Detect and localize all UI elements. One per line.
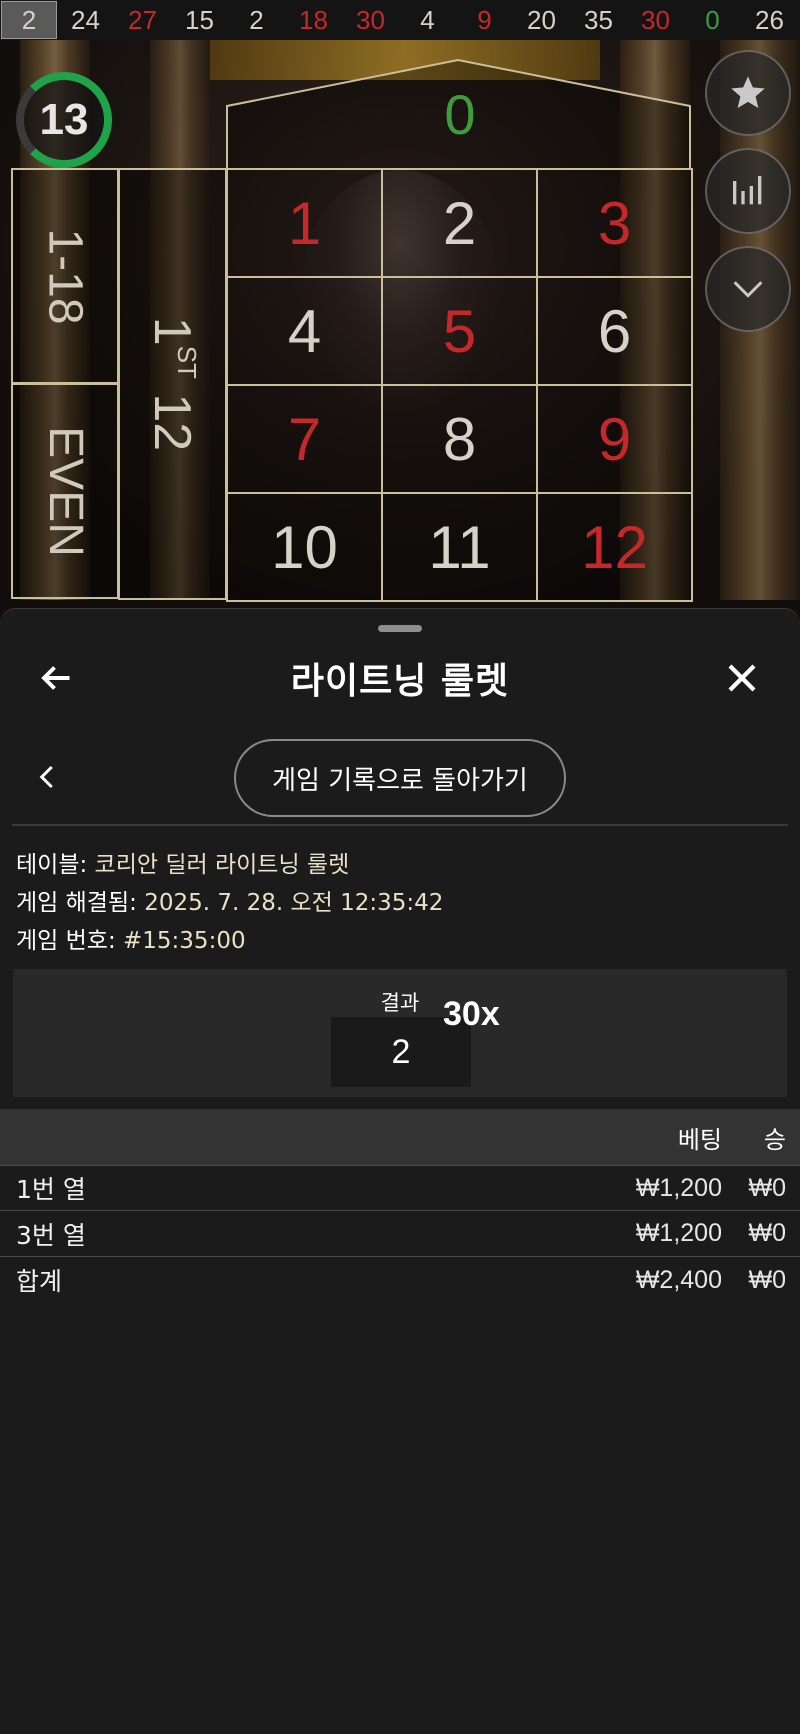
result-label: 결과 bbox=[380, 991, 420, 1015]
close-button[interactable] bbox=[720, 656, 764, 700]
number-cell[interactable]: 1 bbox=[226, 168, 383, 278]
history-number: 15 bbox=[185, 4, 214, 35]
star-icon bbox=[731, 76, 765, 108]
resolved-info-label: 게임 해결됨: bbox=[16, 890, 137, 916]
favorite-button[interactable] bbox=[705, 50, 791, 136]
history-number: 18 bbox=[299, 4, 328, 35]
bet-1-18-label: 1-18 bbox=[38, 227, 92, 325]
header-win: 승 bbox=[763, 1125, 786, 1154]
result-history-bar: 2 24 27 15 2 18 30 4 9 20 35 30 0 26 bbox=[0, 0, 800, 40]
close-icon bbox=[728, 664, 756, 692]
result-panel: 결과 2 30x bbox=[13, 969, 787, 1097]
number-cell[interactable]: 12 bbox=[536, 492, 693, 602]
history-number: 30 bbox=[641, 4, 670, 35]
statistics-button[interactable] bbox=[705, 148, 791, 234]
history-number: 2 bbox=[249, 4, 264, 35]
bet-1st-12[interactable]: 1ST 12 bbox=[118, 168, 227, 600]
number-cell[interactable]: 6 bbox=[536, 276, 693, 386]
game-view: 0 1 2 3 4 5 6 7 8 9 10 11 12 1-18 EVEN 1ST 12 2 24 27… bbox=[0, 0, 800, 620]
divider bbox=[12, 824, 788, 826]
number-cell[interactable]: 10 bbox=[226, 492, 383, 602]
number-cell[interactable]: 7 bbox=[226, 384, 383, 494]
number-cell[interactable]: 8 bbox=[381, 384, 538, 494]
resolved-info: 게임 해결됨: 2025. 7. 28. 오전 12:35:42 bbox=[16, 883, 443, 917]
bet-even-label: EVEN bbox=[38, 425, 92, 557]
history-number: 0 bbox=[705, 4, 720, 35]
dozen-num: 12 bbox=[143, 393, 202, 452]
bet-1-18[interactable]: 1-18 bbox=[11, 168, 119, 384]
return-to-history-button[interactable]: 게임 기록으로 돌아가기 bbox=[234, 739, 566, 817]
win-amount: ₩0 bbox=[748, 1219, 787, 1247]
game-number-label: 게임 번호: bbox=[16, 928, 116, 954]
history-number: 26 bbox=[755, 4, 784, 35]
history-number: 20 bbox=[527, 4, 556, 35]
table-info: 테이블: 코리안 딜러 라이트닝 룰렛 bbox=[16, 845, 349, 879]
sheet-drag-handle[interactable] bbox=[378, 625, 422, 632]
bet-amount: ₩1,200 bbox=[635, 1173, 722, 1202]
previous-game-button[interactable] bbox=[26, 755, 70, 799]
result-multiplier: 30x bbox=[443, 995, 500, 1033]
history-number: 4 bbox=[420, 4, 435, 35]
total-label: 합계 bbox=[16, 1267, 63, 1296]
number-cell[interactable]: 2 bbox=[381, 168, 538, 278]
total-win: ₩0 bbox=[748, 1265, 787, 1294]
table-row: 3번 열 ₩1,200 ₩0 bbox=[0, 1211, 800, 1257]
history-number: 24 bbox=[71, 4, 100, 35]
table-info-label: 테이블: bbox=[16, 852, 88, 878]
game-number-info: 게임 번호: #15:35:00 bbox=[16, 921, 246, 955]
history-number: 35 bbox=[584, 4, 613, 35]
chevron-left-icon bbox=[39, 765, 53, 789]
history-number: 27 bbox=[128, 4, 157, 35]
sheet-header: 라이트닝 룰렛 bbox=[0, 643, 800, 713]
win-amount: ₩0 bbox=[748, 1173, 787, 1202]
number-cell[interactable]: 3 bbox=[536, 168, 693, 278]
dozen-main: 1 bbox=[143, 316, 202, 346]
number-cell[interactable]: 4 bbox=[226, 276, 383, 386]
countdown-timer: 13 bbox=[16, 72, 112, 168]
table-row: 1번 열 ₩1,200 ₩0 bbox=[0, 1165, 800, 1211]
bet-amount: ₩1,200 bbox=[635, 1219, 722, 1247]
history-number: 9 bbox=[477, 4, 492, 35]
history-nav-row: 게임 기록으로 돌아가기 bbox=[0, 737, 800, 817]
sheet-title: 라이트닝 룰렛 bbox=[290, 661, 510, 702]
zero-number: 0 bbox=[444, 83, 476, 146]
total-row: 합계 ₩2,400 ₩0 bbox=[0, 1257, 800, 1303]
stats-icon bbox=[733, 176, 762, 205]
bet-name: 1번 열 bbox=[16, 1175, 86, 1204]
number-cell[interactable]: 9 bbox=[536, 384, 693, 494]
bets-table: 베팅 승 1번 열 ₩1,200 ₩0 3번 열 ₩1,200 ₩0 합계 ₩2… bbox=[0, 1109, 800, 1303]
bets-table-header: 베팅 승 bbox=[0, 1109, 800, 1165]
number-cell[interactable]: 5 bbox=[381, 276, 538, 386]
resolved-info-value: 2025. 7. 28. 오전 12:35:42 bbox=[144, 890, 444, 916]
game-history-sheet: 라이트닝 룰렛 게임 기록으로 돌아가기 테이블: 코리안 딜러 라이트닝 룰렛… bbox=[0, 608, 800, 1734]
dozen-sup: ST bbox=[172, 345, 203, 379]
bet-name: 3번 열 bbox=[16, 1220, 86, 1250]
table-info-value: 코리안 딜러 라이트닝 룰렛 bbox=[94, 852, 350, 878]
collapse-button[interactable] bbox=[705, 246, 791, 332]
back-button[interactable] bbox=[34, 656, 78, 700]
history-number: 30 bbox=[356, 4, 385, 35]
bet-even[interactable]: EVEN bbox=[11, 383, 119, 599]
history-number: 2 bbox=[1, 1, 57, 39]
bet-1st-12-label: 1ST 12 bbox=[143, 317, 203, 451]
header-bet: 베팅 bbox=[677, 1125, 722, 1154]
number-cell[interactable]: 11 bbox=[381, 492, 538, 602]
chevron-down-icon bbox=[733, 281, 763, 298]
total-bet: ₩2,400 bbox=[635, 1265, 722, 1294]
arrow-left-icon bbox=[41, 666, 70, 690]
game-number-value: #15:35:00 bbox=[123, 928, 246, 954]
